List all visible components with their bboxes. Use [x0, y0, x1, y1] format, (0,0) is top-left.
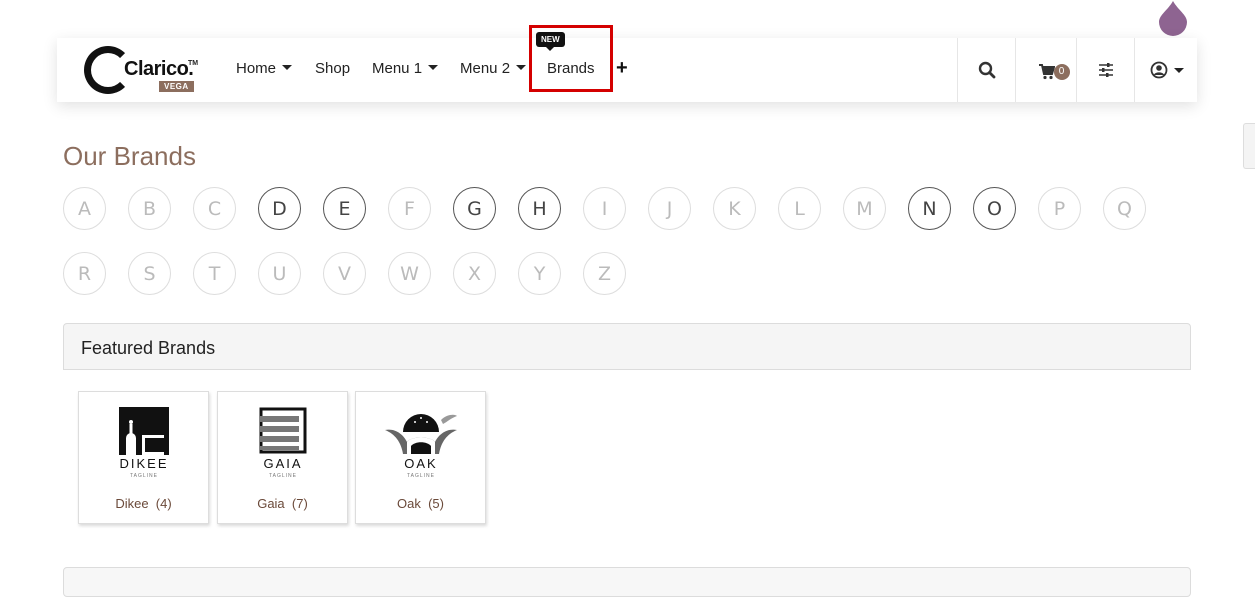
letter-filter-p[interactable]: P — [1038, 187, 1081, 230]
nav-menu-1-label: Menu 1 — [372, 60, 423, 77]
letter-filter-x[interactable]: X — [453, 252, 496, 295]
brand-name: Oak — [397, 496, 421, 511]
letter-filter-o[interactable]: O — [973, 187, 1016, 230]
user-circle-icon — [1150, 61, 1167, 79]
gaia-logo-text: GAIA — [263, 456, 302, 471]
featured-brands-title: Featured Brands — [81, 338, 216, 358]
letter-filter-n[interactable]: N — [908, 187, 951, 230]
gaia-tagline: TAGLINE — [269, 473, 297, 479]
nav-brands[interactable]: Brands — [547, 60, 595, 77]
letter-filter-u[interactable]: U — [258, 252, 301, 295]
account-button[interactable] — [1134, 38, 1198, 102]
cart-button[interactable]: 0 — [1015, 38, 1077, 102]
letter-filter-r[interactable]: R — [63, 252, 106, 295]
letter-filter-q[interactable]: Q — [1103, 187, 1146, 230]
nav-shop-label: Shop — [315, 60, 351, 77]
dikee-logo: DIKEE TAGLINE — [119, 407, 169, 479]
letter-filter-k[interactable]: K — [713, 187, 756, 230]
search-button[interactable] — [957, 38, 1016, 102]
search-icon — [978, 61, 996, 79]
oak-logo: OAK TAGLINE — [385, 414, 457, 479]
oak-logo-text: OAK — [404, 456, 437, 471]
letter-filter-l[interactable]: L — [778, 187, 821, 230]
letter-filter-h[interactable]: H — [518, 187, 561, 230]
filter-button[interactable] — [1076, 38, 1135, 102]
brand-card-gaia[interactable]: GAIA TAGLINE Gaia (7) — [217, 391, 348, 524]
letter-filter-j[interactable]: J — [648, 187, 691, 230]
caret-down-icon — [516, 65, 527, 70]
new-badge: NEW — [536, 32, 565, 51]
brand-caption: Dikee (4) — [79, 496, 208, 511]
brand-count: (5) — [428, 496, 444, 511]
nav-home-label: Home — [236, 60, 277, 77]
nav-brands-label: Brands — [547, 60, 595, 77]
logo-trademark: TM — [188, 60, 199, 67]
logo-edition-badge: VEGA — [159, 81, 194, 92]
caret-down-icon — [1173, 67, 1184, 73]
letter-filter-a[interactable]: A — [63, 187, 106, 230]
filter-sliders-icon — [1099, 63, 1113, 77]
brand-count: (7) — [291, 496, 308, 511]
color-drop-icon[interactable] — [1158, 0, 1188, 36]
brand-card-oak[interactable]: OAK TAGLINE Oak (5) — [355, 391, 486, 524]
nav-home[interactable]: Home — [236, 60, 293, 77]
letter-filter-e[interactable]: E — [323, 187, 366, 230]
letter-filter-s[interactable]: S — [128, 252, 171, 295]
featured-brands-header: Featured Brands — [63, 323, 1191, 370]
plus-icon[interactable]: + — [616, 57, 628, 80]
side-panel-tab[interactable] — [1243, 123, 1255, 169]
letter-filter-d[interactable]: D — [258, 187, 301, 230]
gaia-logo: GAIA TAGLINE — [259, 407, 307, 479]
nav-menu-2[interactable]: Menu 2 — [460, 60, 527, 77]
page-title: Our Brands — [63, 141, 196, 172]
brand-caption: Gaia (7) — [218, 496, 347, 511]
letter-filter-b[interactable]: B — [128, 187, 171, 230]
nav-menu-1[interactable]: Menu 1 — [372, 60, 439, 77]
oak-tagline: TAGLINE — [407, 473, 435, 479]
letter-filter-g[interactable]: G — [453, 187, 496, 230]
clarico-logo[interactable]: Clarico. TM VEGA — [84, 46, 202, 96]
brand-caption: Oak (5) — [356, 496, 485, 511]
letter-filter-y[interactable]: Y — [518, 252, 561, 295]
brand-name: Dikee — [115, 496, 149, 511]
letter-filter-v[interactable]: V — [323, 252, 366, 295]
cart-icon — [1038, 64, 1055, 80]
nav-menu-2-label: Menu 2 — [460, 60, 511, 77]
next-section-panel — [63, 567, 1191, 597]
letter-filter-z[interactable]: Z — [583, 252, 626, 295]
letter-filter-w[interactable]: W — [388, 252, 431, 295]
dikee-tagline: TAGLINE — [130, 473, 158, 479]
nav-shop[interactable]: Shop — [315, 60, 350, 77]
cart-count-badge: 0 — [1053, 64, 1070, 80]
brand-name: Gaia — [257, 496, 285, 511]
letter-filter-i[interactable]: I — [583, 187, 626, 230]
navbar: Clarico. TM VEGA Home Shop Menu 1 Menu 2… — [57, 25, 1198, 102]
letter-filter-m[interactable]: M — [843, 187, 886, 230]
caret-down-icon — [282, 65, 293, 70]
logo-text: Clarico. — [124, 58, 194, 80]
dikee-logo-text: DIKEE — [119, 456, 168, 471]
letter-filter-t[interactable]: T — [193, 252, 236, 295]
letter-filter-f[interactable]: F — [388, 187, 431, 230]
caret-down-icon — [428, 65, 439, 70]
brand-count: (4) — [155, 496, 172, 511]
brand-card-dikee[interactable]: DIKEE TAGLINE Dikee (4) — [78, 391, 209, 524]
letter-filter-c[interactable]: C — [193, 187, 236, 230]
